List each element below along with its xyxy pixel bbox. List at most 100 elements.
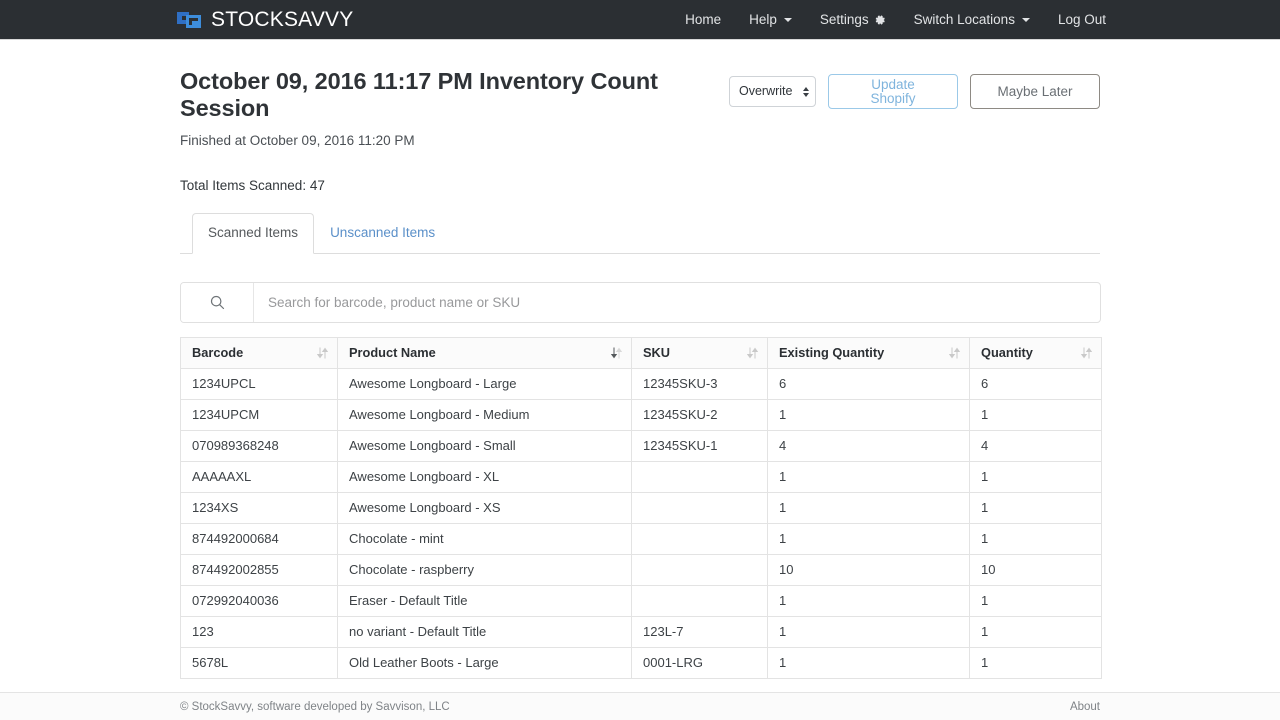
column-header-sku-label: SKU (643, 345, 671, 361)
tab-unscanned-items[interactable]: Unscanned Items (314, 213, 451, 254)
cell-existing: 1 (767, 491, 970, 524)
cell-existing: 1 (767, 398, 970, 431)
table-row[interactable]: 1234XS Awesome Longboard - XS 1 1 (180, 491, 1102, 524)
stacked-boxes-logo-icon (177, 11, 201, 28)
cell-existing: 1 (767, 646, 970, 679)
cell-barcode: 1234UPCL (180, 367, 338, 400)
cell-sku (631, 584, 768, 617)
cell-existing: 1 (767, 460, 970, 493)
cell-quantity: 1 (969, 646, 1102, 679)
cell-barcode: 1234XS (180, 491, 338, 524)
column-header-quantity-label: Quantity (981, 345, 1033, 361)
cell-quantity: 1 (969, 460, 1102, 493)
search-group (180, 281, 1101, 323)
nav-item-home-label: Home (685, 12, 722, 27)
item-tabs: Scanned Items Unscanned Items (180, 213, 1100, 254)
maybe-later-button[interactable]: Maybe Later (970, 74, 1100, 109)
cell-quantity: 1 (969, 584, 1102, 617)
cell-barcode: 072992040036 (180, 584, 338, 617)
cell-quantity: 1 (969, 491, 1102, 524)
cell-existing: 6 (767, 367, 970, 400)
table-row[interactable]: 874492002855 Chocolate - raspberry 10 10 (180, 553, 1102, 586)
cell-product: Awesome Longboard - Large (337, 367, 632, 400)
page-title: October 09, 2016 11:17 PM Inventory Coun… (180, 68, 658, 121)
nav-item-help-label: Help (749, 12, 777, 27)
column-header-product-name-label: Product Name (349, 345, 436, 361)
chevron-down-icon (1021, 17, 1030, 22)
cell-quantity: 1 (969, 398, 1102, 431)
footer-copyright: © StockSavvy, software developed by Savv… (180, 700, 450, 713)
cell-quantity: 1 (969, 522, 1102, 555)
column-header-barcode[interactable]: Barcode (180, 336, 338, 369)
search-icon-box (181, 282, 254, 322)
nav-item-log-out[interactable]: Log Out (1044, 2, 1120, 37)
footer-about-link[interactable]: About (1070, 701, 1100, 713)
cell-sku (631, 553, 768, 586)
nav-item-home[interactable]: Home (671, 2, 735, 37)
sort-icon-active (611, 347, 622, 359)
table-row[interactable]: 070989368248 Awesome Longboard - Small 1… (180, 429, 1102, 462)
cell-existing: 1 (767, 584, 970, 617)
sort-icon (747, 347, 758, 359)
cell-sku (631, 491, 768, 524)
cell-product: Awesome Longboard - XS (337, 491, 632, 524)
cell-product: Eraser - Default Title (337, 584, 632, 617)
cell-product: Chocolate - raspberry (337, 553, 632, 586)
cell-sku: 123L-7 (631, 615, 768, 648)
cell-existing: 1 (767, 615, 970, 648)
nav-item-switch-locations[interactable]: Switch Locations (900, 2, 1044, 37)
update-shopify-button[interactable]: Update Shopify (828, 74, 958, 109)
search-input[interactable] (254, 282, 1100, 322)
column-header-sku[interactable]: SKU (631, 336, 768, 369)
cell-barcode: 874492002855 (180, 553, 338, 586)
table-row[interactable]: 5678L Old Leather Boots - Large 0001-LRG… (180, 646, 1102, 679)
table-row[interactable]: 123 no variant - Default Title 123L-7 1 … (180, 615, 1102, 648)
cell-barcode: 070989368248 (180, 429, 338, 462)
cell-sku: 12345SKU-3 (631, 367, 768, 400)
cell-quantity: 6 (969, 367, 1102, 400)
cell-product: Chocolate - mint (337, 522, 632, 555)
sort-icon (1081, 347, 1092, 359)
cell-product: Awesome Longboard - XL (337, 460, 632, 493)
nav-item-help[interactable]: Help (735, 2, 806, 37)
table-row[interactable]: 072992040036 Eraser - Default Title 1 1 (180, 584, 1102, 617)
column-header-barcode-label: Barcode (192, 345, 244, 361)
site-footer: © StockSavvy, software developed by Savv… (0, 692, 1280, 720)
table-body: 1234UPCL Awesome Longboard - Large 12345… (180, 367, 1102, 679)
tab-scanned-items[interactable]: Scanned Items (192, 213, 315, 254)
column-header-existing-quantity[interactable]: Existing Quantity (767, 336, 970, 369)
nav-item-settings[interactable]: Settings (806, 2, 900, 37)
table-row[interactable]: 1234UPCM Awesome Longboard - Medium 1234… (180, 398, 1102, 431)
cell-barcode: AAAAAXL (180, 460, 338, 493)
cell-quantity: 4 (969, 429, 1102, 462)
page-subtitle: Finished at October 09, 2016 11:20 PM (180, 133, 415, 148)
chevron-down-icon (783, 17, 792, 22)
page-header-text: October 09, 2016 11:17 PM Inventory Coun… (180, 68, 729, 148)
cell-quantity: 1 (969, 615, 1102, 648)
column-header-existing-quantity-label: Existing Quantity (779, 345, 885, 361)
column-header-product-name[interactable]: Product Name (337, 336, 632, 369)
cell-barcode: 874492000684 (180, 522, 338, 555)
column-header-quantity[interactable]: Quantity (969, 336, 1102, 369)
cell-sku: 0001-LRG (631, 646, 768, 679)
table-row[interactable]: 1234UPCL Awesome Longboard - Large 12345… (180, 367, 1102, 400)
update-mode-select[interactable]: Overwrite (729, 76, 816, 107)
cell-existing: 4 (767, 429, 970, 462)
cell-barcode: 123 (180, 615, 338, 648)
table-row[interactable]: 874492000684 Chocolate - mint 1 1 (180, 522, 1102, 555)
brand-name: STOCKSAVVY (211, 7, 354, 31)
header-actions: Overwrite Update Shopify Maybe Later (729, 68, 1100, 109)
cell-barcode: 5678L (180, 646, 338, 679)
table-row[interactable]: AAAAAXL Awesome Longboard - XL 1 1 (180, 460, 1102, 493)
nav-links: Home Help Settings Switch Locations Log … (671, 2, 1120, 37)
cell-sku (631, 522, 768, 555)
search-icon (210, 295, 224, 309)
cell-product: Awesome Longboard - Medium (337, 398, 632, 431)
cell-existing: 1 (767, 522, 970, 555)
cell-sku (631, 460, 768, 493)
cell-sku: 12345SKU-1 (631, 429, 768, 462)
cell-product: Awesome Longboard - Small (337, 429, 632, 462)
brand-logo-link[interactable]: STOCKSAVVY (176, 8, 353, 32)
cell-existing: 10 (767, 553, 970, 586)
nav-item-log-out-label: Log Out (1057, 12, 1106, 27)
